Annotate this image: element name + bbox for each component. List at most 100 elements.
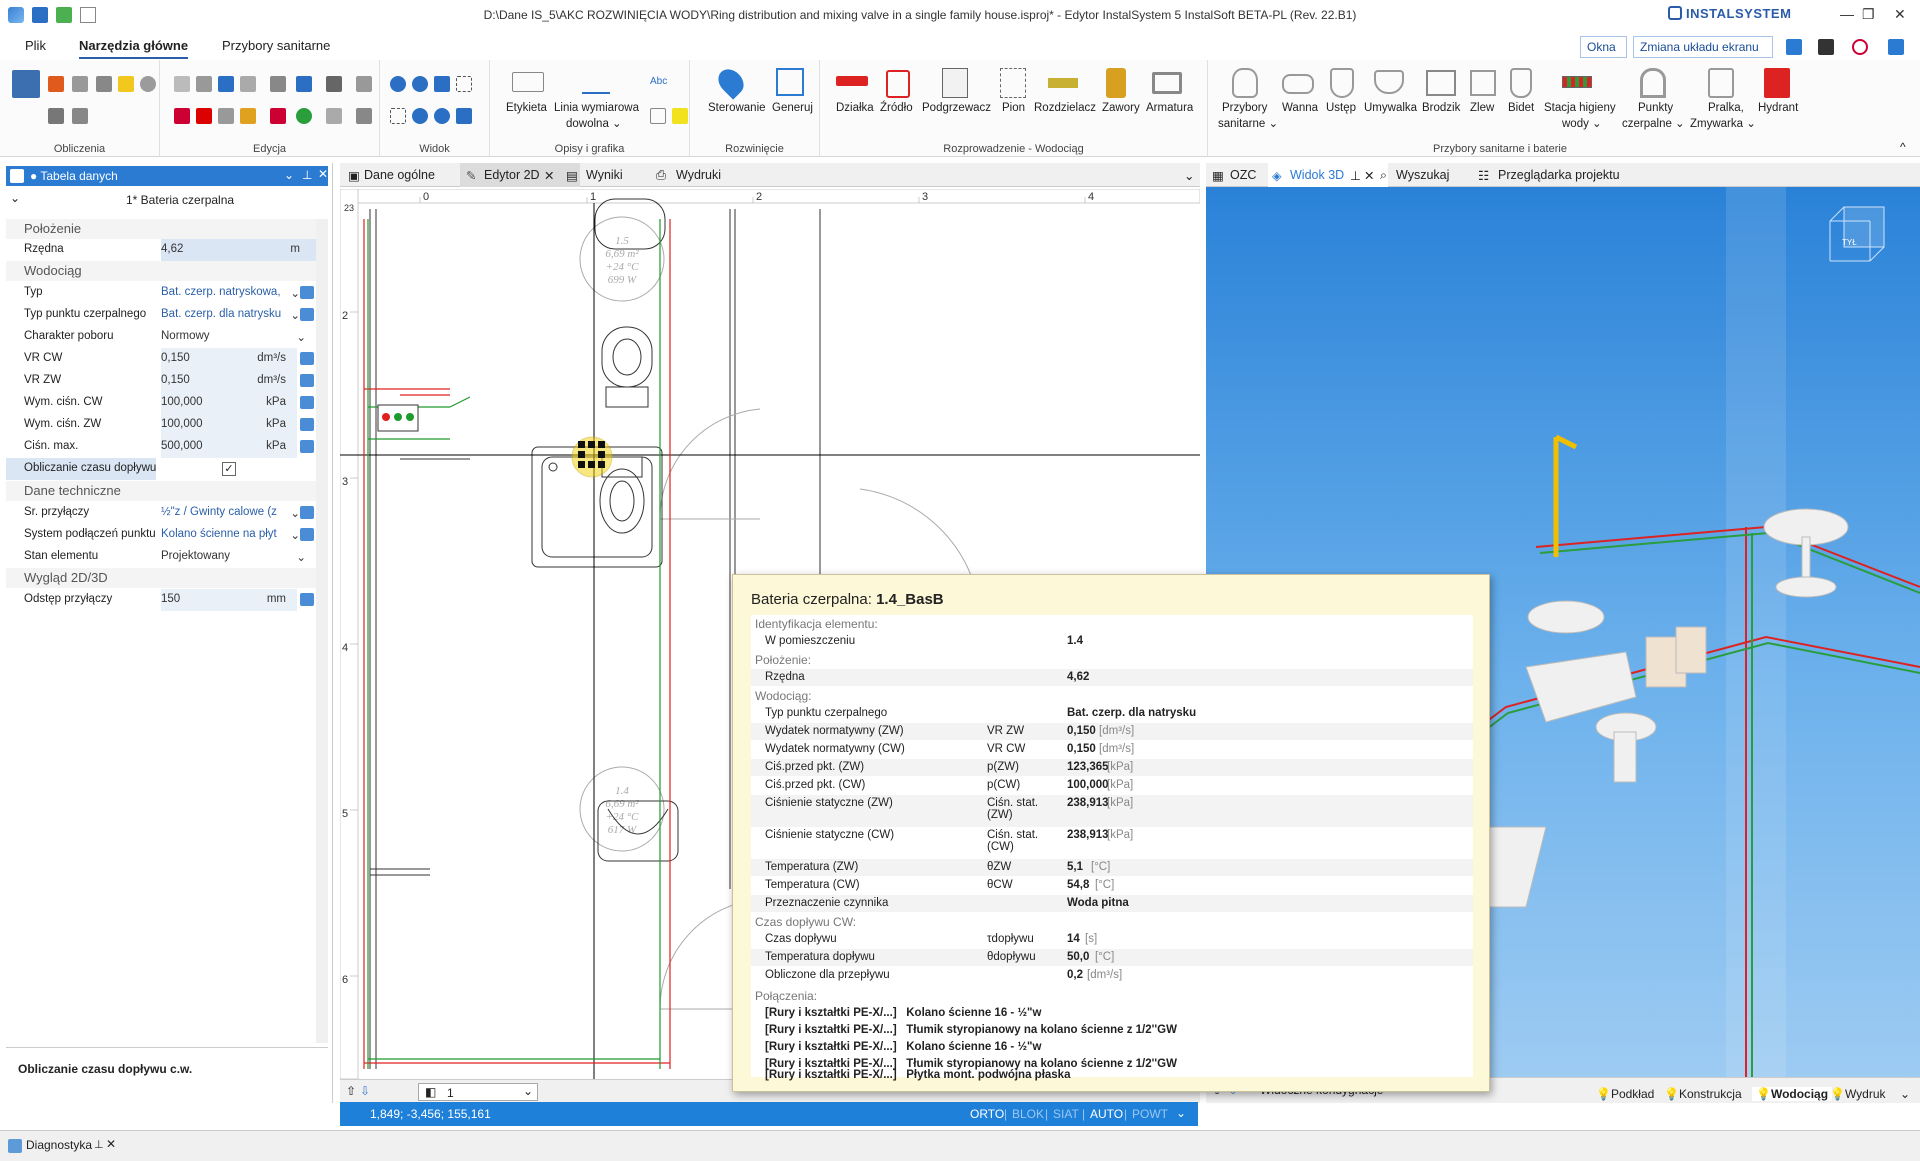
row-rzedna[interactable]: Rzędna 4,62 m (6, 239, 316, 261)
wanna-label[interactable]: Wanna (1282, 102, 1318, 114)
pralka-icon[interactable] (1708, 68, 1734, 98)
tab-przybory-sanitarne[interactable]: Przybory sanitarne (222, 38, 330, 53)
obliczanie-checkbox[interactable]: ✓ (222, 462, 236, 476)
close-icon[interactable]: ✕ (1364, 168, 1374, 183)
tab-plik[interactable]: Plik (25, 38, 46, 53)
minimize-button[interactable]: — (1840, 6, 1854, 22)
tab-narzedzia-glowne[interactable]: Narzędzia główne (79, 38, 189, 59)
section-wodociag[interactable]: Wodociąg (6, 261, 316, 281)
row-typ-punktu[interactable]: Typ punktu czerpalnego Bat. czerp. dla na… (6, 304, 316, 326)
note-icon[interactable] (672, 108, 688, 124)
copy-icon[interactable] (174, 76, 190, 92)
settings-icon[interactable] (1888, 39, 1904, 55)
text-style-icon[interactable]: Abc (650, 76, 667, 87)
rozdzielacz-label[interactable]: Rozdzielacz (1034, 102, 1096, 114)
label-icon[interactable] (512, 72, 544, 92)
zrodlo-icon[interactable] (886, 70, 910, 98)
mode-auto[interactable]: AUTO (1090, 1107, 1123, 1121)
etykieta-label[interactable]: Etykieta (506, 102, 547, 114)
rozdzielacz-icon[interactable] (1048, 78, 1078, 88)
hydrant-label[interactable]: Hydrant (1758, 102, 1798, 114)
move-icon[interactable] (326, 76, 342, 92)
punkty-dropdown-label[interactable]: czerpalne ⌄ (1622, 116, 1685, 130)
punkty-label[interactable]: Punkty (1638, 102, 1673, 114)
row-obliczanie[interactable]: Obliczanie czasu dopływu (6, 458, 156, 480)
tab-3d-podklad[interactable]: 💡Podkład (1596, 1087, 1654, 1101)
zlew-label[interactable]: Zlew (1470, 102, 1494, 114)
tab-3d-wodociag[interactable]: 💡Wodociąg (1752, 1087, 1833, 1101)
armatura-label[interactable]: Armatura (1146, 102, 1193, 114)
zoom-next-icon[interactable] (434, 108, 450, 124)
generuj-label[interactable]: Generuj (772, 102, 813, 114)
przybory-dropdown-label[interactable]: sanitarne ⌄ (1218, 116, 1278, 130)
section-wyglad[interactable]: Wygląd 2D/3D (6, 568, 316, 588)
podgrzewacz-label[interactable]: Podgrzewacz (922, 102, 991, 114)
water-drop-icon[interactable] (118, 76, 134, 92)
dimension-line-icon[interactable] (582, 70, 610, 94)
select-icon[interactable] (326, 108, 342, 124)
pan-icon[interactable] (390, 108, 406, 124)
device-icon[interactable] (1818, 39, 1834, 55)
collapse-ribbon-icon[interactable]: ^ (1900, 140, 1906, 154)
linia-label[interactable]: Linia wymiarowa (554, 102, 639, 114)
mirror-icon[interactable] (296, 76, 312, 92)
zoom-in-icon[interactable] (390, 76, 406, 92)
podgrzewacz-icon[interactable] (942, 68, 968, 98)
table-icon[interactable] (72, 108, 88, 124)
ustep-icon[interactable] (1330, 68, 1354, 98)
mode-powt[interactable]: POWT (1132, 1107, 1168, 1121)
down-arrow-icon[interactable]: ⇩ (360, 1084, 370, 1098)
section-dane-techniczne[interactable]: Dane techniczne (6, 481, 316, 501)
tab-edytor-2d[interactable]: Edytor 2D (484, 168, 540, 182)
up-arrow-icon[interactable]: ⇧ (346, 1084, 356, 1098)
przybory-label[interactable]: Przybory (1222, 102, 1267, 114)
zoom-prev-icon[interactable] (412, 108, 428, 124)
tab-widok-3d[interactable]: Widok 3D (1290, 168, 1344, 182)
stacja-label[interactable]: Stacja higieny (1544, 102, 1616, 114)
bidet-icon[interactable] (1510, 68, 1532, 98)
close-button[interactable]: ✕ (1894, 6, 1906, 23)
building-icon[interactable] (72, 76, 88, 92)
tab-wyniki[interactable]: Wyniki (586, 168, 623, 182)
grid-icon[interactable] (356, 76, 372, 92)
row-odstep[interactable]: Odstęp przyłączy 150 mm (6, 589, 316, 611)
align-icon[interactable] (270, 76, 286, 92)
tab-wyszukaj[interactable]: Wyszukaj (1396, 168, 1449, 182)
zawory-label[interactable]: Zawory (1102, 102, 1140, 114)
rotate-icon[interactable] (218, 108, 234, 124)
report-icon[interactable] (48, 108, 64, 124)
ustep-label[interactable]: Ustęp (1326, 102, 1356, 114)
maximize-button[interactable]: ❐ (1862, 6, 1875, 23)
row-vr-zw[interactable]: VR ZW 0,150 dm³/s (6, 370, 316, 392)
pin-icon[interactable]: ⊥ (1350, 168, 1361, 183)
zoom-out-icon[interactable] (412, 76, 428, 92)
section-polozenie[interactable]: Położenie (6, 219, 316, 239)
layout-icon[interactable] (1786, 39, 1802, 55)
refresh-icon[interactable] (456, 108, 472, 124)
row-typ[interactable]: Typ Bat. czerp. natryskowa, ⌄ (6, 282, 316, 304)
hydrant-icon[interactable] (1764, 68, 1790, 98)
row-sr-przylaczy[interactable]: Śr. przyłączy ½"z / Gwinty calowe (z ⌄ (6, 502, 316, 524)
pion-label[interactable]: Pion (1002, 102, 1025, 114)
tab-dane-ogolne[interactable]: Dane ogólne (364, 168, 435, 182)
tab-wydruki[interactable]: Wydruki (676, 168, 721, 182)
generate-icon[interactable] (776, 68, 804, 96)
new-file-icon[interactable] (80, 7, 96, 23)
mode-blok[interactable]: BLOK (1012, 1107, 1044, 1121)
punkty-icon[interactable] (1640, 68, 1666, 98)
location-icon[interactable] (713, 64, 749, 100)
pralka-dropdown-label[interactable]: Zmywarka ⌄ (1690, 116, 1756, 130)
tab-przegladarka[interactable]: Przeglądarka projektu (1498, 168, 1620, 182)
drop-icon[interactable] (140, 76, 156, 92)
collapse-icon[interactable]: ⌄ (10, 191, 20, 205)
chevron-down-icon[interactable]: ⌄ (1900, 1087, 1910, 1101)
brodzik-label[interactable]: Brodzik (1422, 102, 1460, 114)
armatura-icon[interactable] (1152, 72, 1182, 94)
redo-icon[interactable] (240, 76, 256, 92)
zlew-icon[interactable] (1470, 70, 1496, 96)
break-icon[interactable] (270, 108, 286, 124)
chevron-down-icon[interactable]: ⌄ (284, 168, 294, 182)
save-icon[interactable] (32, 7, 48, 23)
sterowanie-label[interactable]: Sterowanie (708, 102, 766, 114)
scrollbar[interactable] (316, 219, 328, 1043)
